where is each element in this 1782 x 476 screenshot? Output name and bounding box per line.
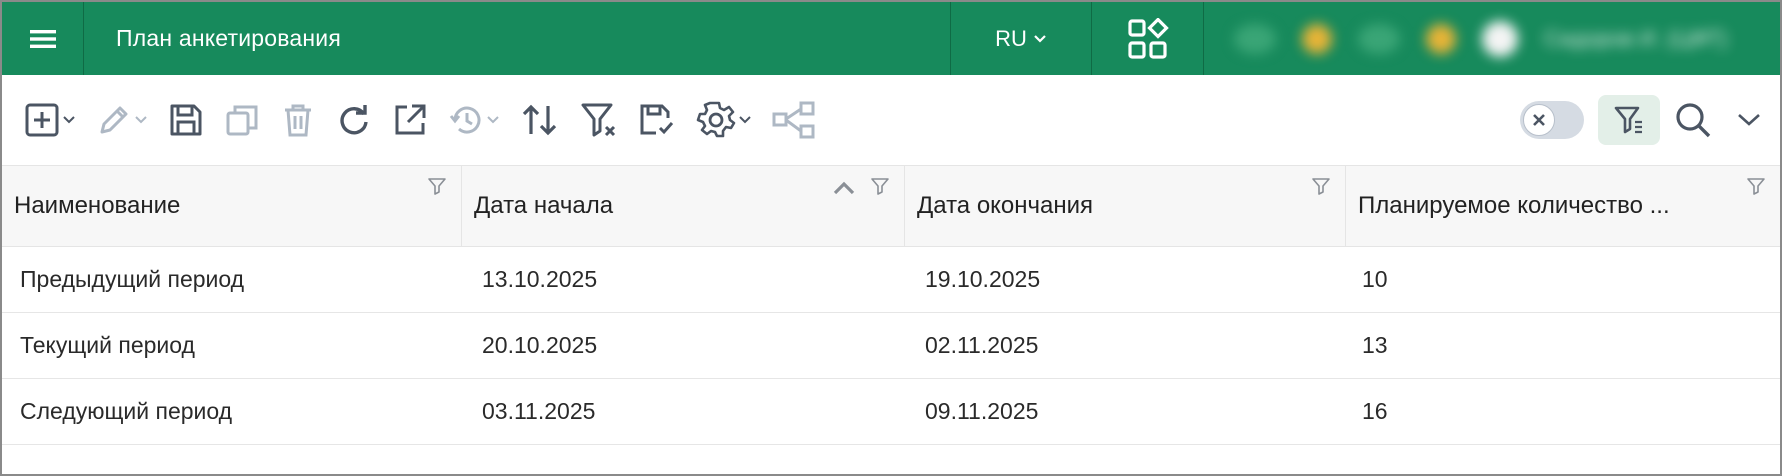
search-icon — [1676, 103, 1711, 138]
filter-settings-icon — [1614, 106, 1642, 134]
clear-filter-icon — [581, 103, 616, 137]
user-info-blurred: Сидоров И. (ЦФТ) — [1234, 20, 1728, 57]
filter-settings-button[interactable] — [1598, 95, 1660, 145]
cell-start-date: 20.10.2025 — [482, 332, 598, 358]
page-title: План анкетирования — [84, 2, 951, 75]
table-header: Наименование Дата начала Дата окончания — [2, 165, 1780, 247]
app-window: План анкетирования RU Сидоров И. (ЦФТ) Н… — [0, 0, 1782, 476]
cell-planned-count: 16 — [1362, 398, 1388, 424]
chevron-down-icon — [135, 116, 147, 124]
filter-icon[interactable] — [427, 176, 447, 196]
hierarchy-button[interactable] — [772, 98, 816, 142]
user-area[interactable]: Сидоров И. (ЦФТ) — [1204, 2, 1780, 75]
toggle-knob — [1523, 104, 1555, 136]
language-selector[interactable]: RU — [951, 2, 1092, 75]
delete-icon — [285, 104, 311, 137]
top-header: План анкетирования RU Сидоров И. (ЦФТ) — [2, 2, 1780, 75]
refresh-button[interactable] — [336, 98, 372, 142]
sort-ascending-icon[interactable] — [832, 180, 856, 196]
chevron-down-icon — [739, 116, 751, 124]
column-title: Дата начала — [474, 192, 614, 219]
add-icon — [25, 103, 59, 137]
apps-grid-icon — [1127, 17, 1169, 59]
save-filter-icon — [640, 104, 674, 135]
notification-badge — [1302, 23, 1332, 54]
cell-end-date: 02.11.2025 — [925, 332, 1039, 358]
menu-button[interactable] — [2, 2, 84, 75]
save-filter-button[interactable] — [638, 98, 676, 142]
expand-toolbar-button[interactable] — [1736, 98, 1762, 142]
cell-start-date: 03.11.2025 — [482, 398, 596, 424]
cell-end-date: 09.11.2025 — [925, 398, 1039, 424]
data-table: Наименование Дата начала Дата окончания — [2, 165, 1780, 445]
cell-name: Следующий период — [20, 398, 233, 424]
language-label: RU — [995, 25, 1027, 51]
message-icon — [1358, 23, 1400, 54]
toolbar — [2, 75, 1780, 165]
column-title: Планируемое количество ... — [1358, 192, 1670, 219]
hierarchy-icon — [772, 101, 815, 139]
cell-name: Текущий период — [20, 332, 195, 358]
cell-planned-count: 13 — [1362, 332, 1388, 358]
table-row[interactable]: Предыдущий период 13.10.2025 19.10.2025 … — [2, 247, 1780, 313]
table-row[interactable]: Следующий период 03.11.2025 09.11.2025 1… — [2, 379, 1780, 445]
filter-icon[interactable] — [870, 176, 890, 196]
filter-icon[interactable] — [1311, 176, 1331, 196]
toolbar-right — [1520, 75, 1762, 165]
column-header-end-date[interactable]: Дата окончания — [905, 166, 1346, 246]
settings-icon — [696, 101, 736, 138]
edit-icon — [100, 106, 128, 134]
save-button[interactable] — [168, 98, 204, 142]
settings-button[interactable] — [696, 98, 752, 142]
chevron-down-icon — [1034, 34, 1046, 43]
message-badge — [1426, 23, 1456, 54]
add-button[interactable] — [24, 98, 76, 142]
cell-planned-count: 10 — [1362, 266, 1388, 292]
column-header-name[interactable]: Наименование — [2, 166, 462, 246]
open-external-button[interactable] — [392, 98, 428, 142]
close-icon — [1533, 114, 1545, 126]
column-header-start-date[interactable]: Дата начала — [462, 166, 905, 246]
notification-icon — [1234, 23, 1276, 54]
sort-icon — [522, 104, 557, 136]
open-external-icon — [395, 104, 426, 135]
user-name: Сидоров И. (ЦФТ) — [1544, 25, 1728, 51]
cell-start-date: 13.10.2025 — [482, 266, 598, 292]
clear-filter-button[interactable] — [580, 98, 618, 142]
save-icon — [170, 104, 202, 136]
clear-toggle[interactable] — [1520, 101, 1584, 139]
history-button[interactable] — [448, 98, 500, 142]
chevron-down-icon — [487, 116, 499, 124]
apps-button[interactable] — [1092, 2, 1204, 75]
sort-button[interactable] — [520, 98, 560, 142]
avatar — [1482, 20, 1518, 57]
history-icon — [449, 106, 481, 134]
refresh-icon — [340, 105, 368, 135]
chevron-down-icon — [63, 116, 75, 124]
copy-button[interactable] — [224, 98, 260, 142]
hamburger-icon — [29, 29, 56, 48]
table-row[interactable]: Текущий период 20.10.2025 02.11.2025 13 — [2, 313, 1780, 379]
copy-icon — [226, 105, 258, 136]
delete-button[interactable] — [280, 98, 316, 142]
column-title: Наименование — [14, 192, 181, 219]
filter-icon[interactable] — [1746, 176, 1766, 196]
cell-name: Предыдущий период — [20, 266, 245, 292]
edit-button[interactable] — [96, 98, 148, 142]
search-button[interactable] — [1674, 98, 1712, 142]
cell-end-date: 19.10.2025 — [925, 266, 1041, 292]
column-title: Дата окончания — [917, 192, 1094, 219]
column-header-planned-count[interactable]: Планируемое количество ... — [1346, 166, 1780, 246]
chevron-down-icon — [1738, 114, 1760, 126]
